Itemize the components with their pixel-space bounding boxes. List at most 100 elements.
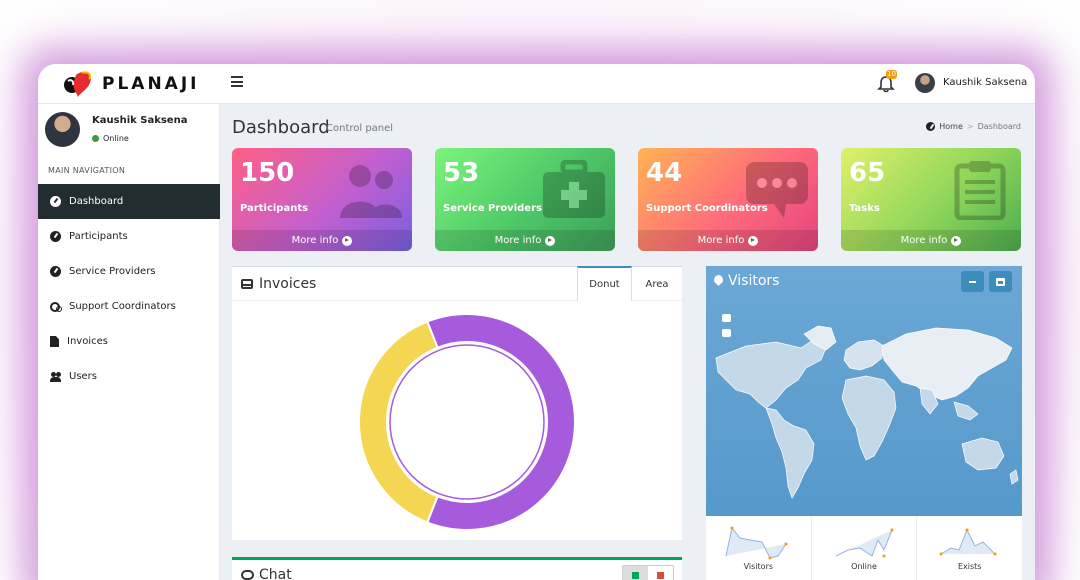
region-europe	[843, 339, 885, 371]
sidebar-item-label: Users	[69, 371, 98, 382]
invoices-header: Invoices Donut Area	[232, 266, 682, 301]
sparkline-chart	[725, 526, 788, 560]
main-content: Dashboard Control panel Home > Dashboard…	[220, 104, 1035, 580]
status-offline-button[interactable]	[648, 566, 673, 580]
more-info-label: More info	[494, 235, 542, 246]
sidebar-user-name: Kaushik Saksena	[92, 115, 188, 126]
chat-box: Chat	[232, 557, 682, 580]
calendar-icon	[996, 277, 1005, 286]
minus-icon	[969, 280, 976, 283]
tile-tasks: 65 Tasks More info	[841, 148, 1021, 251]
sidebar: Kaushik Saksena Online MAIN NAVIGATION D…	[38, 104, 220, 580]
user-status-text: Online	[103, 134, 129, 143]
breadcrumb-home[interactable]: Home	[939, 122, 963, 131]
tile-label: Tasks	[849, 203, 880, 214]
more-info-link[interactable]: More info	[232, 230, 412, 251]
donut-segment-1[interactable]	[358, 320, 439, 524]
notification-badge: 10	[886, 70, 897, 79]
arrow-circle-right-icon	[545, 235, 556, 246]
world-map[interactable]	[706, 298, 1022, 516]
status-online-button[interactable]	[623, 566, 648, 580]
gears-icon	[50, 301, 62, 312]
visitor-sparklines: Visitors Online Exists	[706, 516, 1022, 580]
top-bar: PLANAJI 10 Kaushik Saksena	[38, 64, 1035, 104]
date-range-button[interactable]	[989, 271, 1012, 292]
arrow-circle-right-icon	[951, 235, 962, 246]
sidebar-item-participants[interactable]: Participants	[38, 219, 220, 254]
sidebar-item-invoices[interactable]: Invoices	[38, 324, 220, 359]
sparkline-chart	[939, 528, 997, 556]
sparkline-chart	[835, 528, 894, 558]
logo-mark-icon	[64, 71, 92, 97]
user-menu-name[interactable]: Kaushik Saksena	[943, 77, 1027, 88]
sidebar-item-support-coordinators[interactable]: Support Coordinators	[38, 289, 220, 324]
visitors-title: Visitors	[728, 273, 780, 289]
tile-support-coordinators: 44 Support Coordinators More info	[638, 148, 818, 251]
sidebar-item-label: Participants	[69, 231, 128, 242]
more-info-label: More info	[900, 235, 948, 246]
sparkline-exists: Exists	[917, 516, 1022, 580]
map-marker-icon	[714, 275, 723, 286]
region-asia	[881, 327, 1013, 401]
donut-segments	[358, 313, 576, 531]
sidebar-item-dashboard[interactable]: Dashboard	[38, 184, 220, 219]
tab-area[interactable]: Area	[632, 267, 682, 301]
nav-header: MAIN NAVIGATION	[48, 166, 126, 175]
region-north-america	[715, 337, 827, 409]
tile-value: 44	[646, 158, 683, 188]
invoices-title: Invoices	[259, 276, 317, 292]
red-square-icon	[657, 571, 664, 579]
sidebar-item-service-providers[interactable]: Service Providers	[38, 254, 220, 289]
sidebar-item-label: Dashboard	[69, 196, 124, 207]
region-new-zealand	[1009, 469, 1019, 485]
tile-value: 65	[849, 158, 886, 188]
sidebar-item-label: Invoices	[67, 336, 108, 347]
sidebar-item-users[interactable]: Users	[38, 359, 220, 394]
tile-service-providers: 53 Service Providers More info	[435, 148, 615, 251]
sparkline-label: Visitors	[743, 562, 774, 571]
sparkline-online: Online	[812, 516, 918, 580]
main-navigation: Dashboard Participants Service Providers…	[38, 184, 220, 394]
user-status: Online	[92, 134, 129, 143]
logo[interactable]: PLANAJI	[38, 64, 220, 104]
comments-icon	[241, 570, 254, 580]
app-window: PLANAJI 10 Kaushik Saksena Kaushik Sakse…	[38, 64, 1035, 580]
tab-donut[interactable]: Donut	[577, 266, 632, 301]
dashboard-icon	[50, 231, 61, 242]
tile-label: Service Providers	[443, 203, 542, 214]
breadcrumb-separator: >	[966, 122, 974, 131]
green-square-icon	[632, 571, 639, 579]
region-southeast-asia	[953, 401, 979, 421]
more-info-link[interactable]: More info	[841, 230, 1021, 251]
arrow-circle-right-icon	[342, 235, 353, 246]
file-icon	[50, 336, 59, 347]
arrow-circle-right-icon	[748, 235, 759, 246]
more-info-link[interactable]: More info	[638, 230, 818, 251]
region-africa	[841, 375, 897, 461]
sidebar-item-label: Support Coordinators	[69, 301, 176, 312]
invoices-donut-chart[interactable]	[357, 307, 577, 537]
sparkline-label: Exists	[957, 562, 982, 571]
menu-toggle-icon[interactable]	[231, 76, 243, 87]
sidebar-item-label: Service Providers	[69, 266, 156, 277]
tile-participants: 150 Participants More info	[232, 148, 412, 251]
breadcrumb: Home > Dashboard	[926, 122, 1021, 131]
dashboard-icon	[926, 122, 936, 131]
dashboard-icon	[50, 266, 61, 277]
page-subtitle: Control panel	[326, 123, 394, 134]
donut-inner-ring	[389, 344, 545, 500]
tile-label: Participants	[240, 203, 309, 214]
more-info-link[interactable]: More info	[435, 230, 615, 251]
region-south-america	[765, 407, 815, 499]
tile-value: 150	[240, 158, 295, 188]
tile-label: Support Coordinators	[646, 203, 768, 214]
visitors-box: Visitors Visitors Online Exists	[706, 266, 1022, 580]
collapse-button[interactable]	[961, 271, 984, 292]
clipboard-icon	[954, 161, 1006, 220]
tile-value: 53	[443, 158, 480, 188]
avatar[interactable]	[915, 73, 935, 93]
region-australia	[961, 437, 1005, 471]
users-icon	[340, 165, 402, 218]
logo-text: PLANAJI	[102, 74, 200, 94]
more-info-label: More info	[291, 235, 339, 246]
